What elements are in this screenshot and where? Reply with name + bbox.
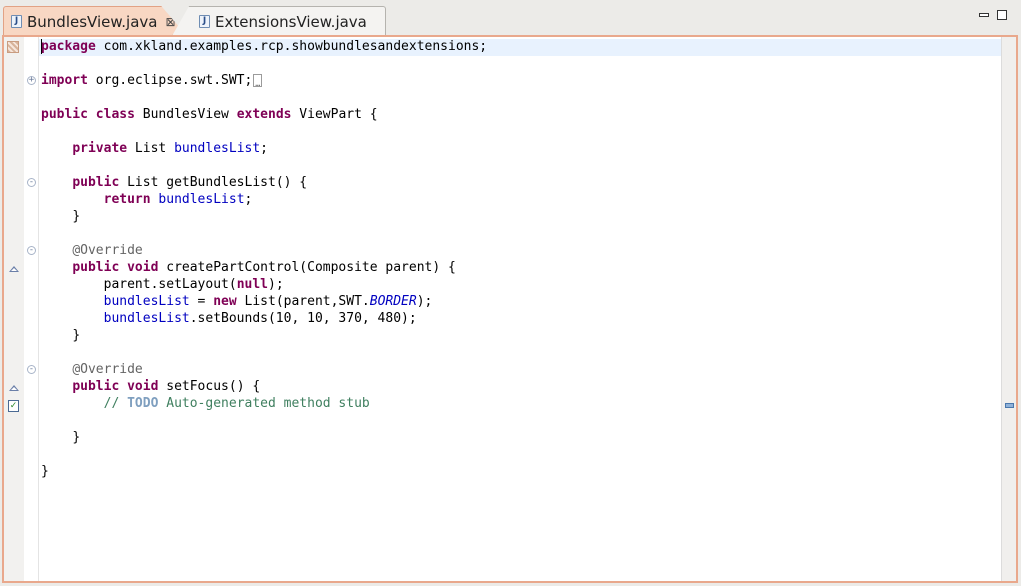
code-line[interactable]: public void createPartControl(Composite … <box>39 260 1001 277</box>
java-file-icon: J <box>11 15 22 28</box>
folding-ruler: + - - - <box>24 37 39 581</box>
code-line[interactable]: // TODO Auto-generated method stub <box>39 396 1001 413</box>
expand-fold-icon[interactable]: + <box>27 76 36 85</box>
code-line[interactable]: import org.eclipse.swt.SWT;… <box>39 73 1001 90</box>
tab-extensionsview[interactable]: J ExtensionsView.java <box>172 6 386 36</box>
annotation-ruler[interactable]: ✓ <box>4 37 24 581</box>
code-editor[interactable]: ✓ + - - - package com.xkland.examples.rc… <box>2 35 1018 583</box>
code-line[interactable]: parent.setLayout(null); <box>39 277 1001 294</box>
minimize-icon[interactable] <box>979 13 989 17</box>
collapse-fold-icon[interactable]: - <box>27 246 36 255</box>
folded-ellipsis-icon[interactable]: … <box>253 74 263 88</box>
code-line[interactable]: public void setFocus() { <box>39 379 1001 396</box>
task-overview-marker[interactable] <box>1005 403 1014 408</box>
code-line[interactable]: } <box>39 430 1001 447</box>
code-area[interactable]: package com.xkland.examples.rcp.showbund… <box>39 37 1001 581</box>
task-marker-icon[interactable]: ✓ <box>8 400 19 412</box>
warning-marker-icon[interactable] <box>7 41 19 53</box>
collapse-fold-icon[interactable]: - <box>27 365 36 374</box>
code-line[interactable]: private List bundlesList; <box>39 141 1001 158</box>
code-line[interactable]: } <box>39 464 1001 481</box>
close-tab-icon[interactable]: ⊠ <box>165 15 175 29</box>
code-line[interactable]: @Override <box>39 362 1001 379</box>
code-line[interactable]: return bundlesList; <box>39 192 1001 209</box>
java-file-icon: J <box>199 15 210 28</box>
override-marker-icon[interactable] <box>9 385 19 391</box>
code-line[interactable]: bundlesList.setBounds(10, 10, 370, 480); <box>39 311 1001 328</box>
tab-label: BundlesView.java <box>27 12 158 31</box>
code-line[interactable]: bundlesList = new List(parent,SWT.BORDER… <box>39 294 1001 311</box>
code-line[interactable]: package com.xkland.examples.rcp.showbund… <box>39 39 1001 56</box>
maximize-icon[interactable] <box>997 10 1007 20</box>
editor-tab-bar: J BundlesView.java ⊠ J ExtensionsView.ja… <box>0 0 1021 36</box>
override-marker-icon[interactable] <box>9 266 19 272</box>
window-controls <box>979 10 1007 20</box>
code-line[interactable]: public List getBundlesList() { <box>39 175 1001 192</box>
tab-label: ExtensionsView.java <box>215 12 367 31</box>
collapse-fold-icon[interactable]: - <box>27 178 36 187</box>
code-line[interactable]: } <box>39 209 1001 226</box>
code-line[interactable]: } <box>39 328 1001 345</box>
tab-bundlesview[interactable]: J BundlesView.java ⊠ <box>3 6 187 36</box>
code-line[interactable]: public class BundlesView extends ViewPar… <box>39 107 1001 124</box>
code-line[interactable]: @Override <box>39 243 1001 260</box>
overview-ruler[interactable] <box>1001 37 1016 581</box>
